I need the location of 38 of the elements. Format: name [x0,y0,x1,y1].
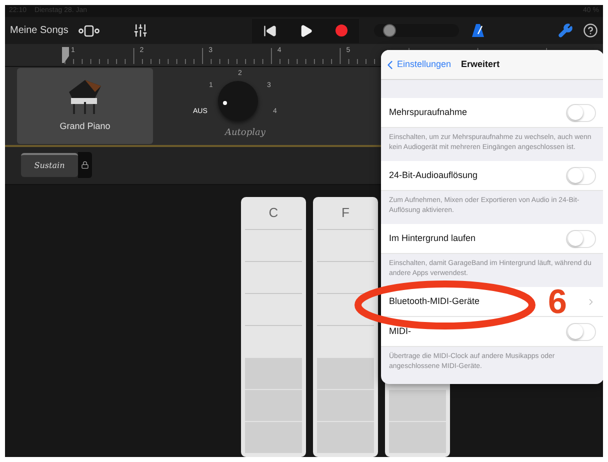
chord-strip[interactable]: F [313,197,378,457]
volume-thumb[interactable] [383,24,396,38]
row-label: Bluetooth-MIDI-Geräte [389,294,480,308]
toggle-switch[interactable] [566,230,596,248]
rewind-icon[interactable] [263,24,278,38]
autoplay-title: Autoplay [225,126,266,140]
toggle-switch[interactable] [566,166,596,184]
help-icon[interactable] [583,23,598,38]
toggle-switch[interactable] [566,322,596,340]
annotation-number: 6 [548,285,567,319]
metronome-icon[interactable] [471,23,486,38]
record-icon[interactable] [335,24,348,38]
my-songs-button[interactable]: Meine Songs [10,23,68,38]
mixer-icon[interactable] [133,23,148,38]
autoplay-knob[interactable] [218,80,258,121]
settings-icon[interactable] [558,23,573,38]
play-icon[interactable] [299,24,314,38]
playhead-icon[interactable] [61,46,71,64]
bass-pad[interactable] [389,389,446,422]
loop-browser-icon[interactable] [78,24,100,37]
chord-label: F [342,204,350,222]
sustain-button[interactable]: Sustain [21,153,78,178]
chord-label: C [268,204,278,222]
row-label: MIDI- [389,324,411,338]
row-label: Mehrspuraufnahme [389,106,468,119]
chord-strip[interactable]: C [241,197,306,457]
row-label: 24-Bit-Audioauflösung [389,168,478,182]
instrument-card[interactable]: Grand Piano [17,68,153,144]
row-label: Im Hintergrund laufen [389,232,476,245]
bass-pad[interactable] [317,389,374,422]
settings-row[interactable]: Mehrspuraufnahme [381,98,603,128]
instrument-name: Grand Piano [60,120,110,134]
lock-icon[interactable] [81,161,89,170]
settings-row[interactable]: 24-Bit-Audioauflösung [381,161,603,191]
bass-pad[interactable] [317,357,374,390]
toggle-switch[interactable] [566,104,596,122]
volume-slider[interactable] [374,24,460,38]
settings-row[interactable]: Im Hintergrund laufen [381,224,603,254]
